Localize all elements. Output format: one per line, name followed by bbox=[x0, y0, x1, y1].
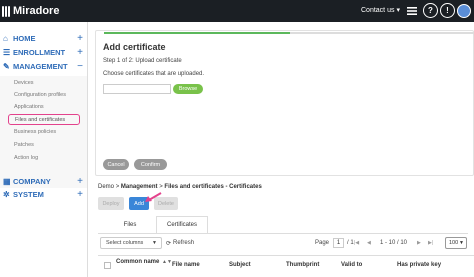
breadcrumb-separator: > bbox=[159, 184, 163, 190]
nav-management-label: MANAGEMENT bbox=[13, 61, 68, 71]
sidebar-item-applications[interactable]: Applications bbox=[14, 102, 82, 113]
building-icon: ▦ bbox=[3, 176, 11, 186]
sidebar-item-business-policies[interactable]: Business policies bbox=[14, 127, 82, 138]
sidebar-item-patches[interactable]: Patches bbox=[14, 140, 82, 151]
refresh-label: Refresh bbox=[173, 240, 195, 246]
tab-certificates[interactable]: Certificates bbox=[156, 216, 208, 233]
page-size-value: 100 bbox=[449, 240, 459, 246]
expand-icon[interactable]: + bbox=[77, 33, 83, 44]
gear-icon: ✲ bbox=[3, 189, 10, 199]
breadcrumb-section[interactable]: Management bbox=[121, 184, 158, 190]
nav-system-label: SYSTEM bbox=[13, 189, 44, 199]
dialog-step-text: Step 1 of 2: Upload certificate bbox=[103, 58, 182, 64]
top-bar: Miradore Contact us ▾ ? ! bbox=[0, 0, 474, 22]
contact-us-menu[interactable]: Contact us ▾ bbox=[361, 6, 400, 15]
sidebar-item-action-log[interactable]: Action log bbox=[14, 153, 82, 164]
breadcrumb: Demo > Management > Files and certificat… bbox=[98, 184, 262, 190]
wizard-progress-fill bbox=[104, 32, 290, 34]
column-header-has-private-key[interactable]: Has private key bbox=[397, 262, 441, 268]
nav-home-label: HOME bbox=[13, 33, 36, 43]
expand-icon[interactable]: + bbox=[77, 176, 83, 187]
nav-company-label: COMPANY bbox=[13, 176, 51, 186]
page-total: / 1 bbox=[347, 240, 354, 246]
brand-name: Miradore bbox=[13, 5, 60, 17]
sort-icon[interactable]: ▲▼ bbox=[162, 259, 172, 265]
page-number-input[interactable]: 1 bbox=[333, 238, 344, 248]
enrollment-icon: ☰ bbox=[3, 47, 11, 57]
refresh-button[interactable]: ⟳ Refresh bbox=[166, 237, 194, 249]
file-path-input[interactable] bbox=[103, 84, 171, 94]
tab-files[interactable]: Files bbox=[106, 216, 154, 233]
nav-enrollment-label: ENROLLMENT bbox=[13, 47, 66, 57]
next-page-icon[interactable]: ▶ bbox=[417, 237, 421, 249]
add-certificate-dialog: Add certificate Step 1 of 2: Upload cert… bbox=[95, 30, 474, 176]
sidebar: ⌂ HOME + ☰ ENROLLMENT + ✎ MANAGEMENT − D… bbox=[0, 22, 88, 277]
collapse-icon[interactable]: − bbox=[77, 61, 83, 72]
nav-enrollment[interactable]: ☰ ENROLLMENT + bbox=[3, 46, 87, 58]
select-columns-label: Select columns bbox=[106, 240, 144, 246]
wrench-icon: ✎ bbox=[3, 61, 10, 71]
column-header-subject[interactable]: Subject bbox=[229, 262, 251, 268]
sidebar-item-files-and-certificates[interactable]: Files and certificates bbox=[8, 114, 80, 125]
wizard-progress-bar bbox=[104, 32, 474, 34]
sidebar-item-configuration-profiles[interactable]: Configuration profiles bbox=[14, 90, 82, 101]
nav-home[interactable]: ⌂ HOME + bbox=[3, 32, 87, 44]
chevron-down-icon: ▼ bbox=[459, 240, 464, 246]
breadcrumb-separator: > bbox=[115, 184, 120, 190]
contact-caret-icon: ▾ bbox=[396, 7, 400, 14]
dialog-title: Add certificate bbox=[103, 42, 166, 52]
nav-company[interactable]: ▦ COMPANY + bbox=[3, 175, 87, 187]
column-header-file-name[interactable]: File name bbox=[172, 262, 200, 268]
expand-icon[interactable]: + bbox=[77, 189, 83, 200]
column-header-valid-to[interactable]: Valid to bbox=[341, 262, 362, 268]
miradore-logo[interactable]: Miradore bbox=[2, 4, 59, 18]
page-size-select[interactable]: 100 ▼ bbox=[445, 237, 467, 249]
column-header-thumbprint[interactable]: Thumbprint bbox=[286, 262, 319, 268]
dialog-prompt-text: Choose certificates that are uploaded. bbox=[103, 71, 205, 77]
help-icon[interactable]: ? bbox=[423, 3, 438, 18]
first-page-icon[interactable]: |◀ bbox=[354, 237, 359, 249]
table-header: Common name ▲▼ File name Subject Thumbpr… bbox=[98, 255, 474, 277]
chevron-down-icon: ▼ bbox=[152, 240, 157, 246]
cancel-button[interactable]: Cancel bbox=[103, 159, 129, 170]
menu-icon[interactable] bbox=[404, 3, 419, 18]
page-label: Page bbox=[315, 240, 330, 246]
info-icon[interactable]: ! bbox=[440, 3, 455, 18]
refresh-icon: ⟳ bbox=[166, 240, 172, 247]
expand-icon[interactable]: + bbox=[77, 47, 83, 58]
tab-divider bbox=[98, 233, 468, 234]
select-columns-dropdown[interactable]: Select columns ▼ bbox=[100, 237, 162, 249]
contact-us-label: Contact us bbox=[361, 6, 395, 14]
annotation-arrow-icon bbox=[145, 192, 162, 202]
breadcrumb-root[interactable]: Demo bbox=[98, 184, 114, 190]
confirm-button[interactable]: Confirm bbox=[134, 159, 167, 170]
select-all-checkbox[interactable] bbox=[104, 262, 111, 269]
nav-system[interactable]: ✲ SYSTEM + bbox=[3, 188, 87, 200]
last-page-icon[interactable]: ▶| bbox=[428, 237, 433, 249]
prev-page-icon[interactable]: ◀ bbox=[367, 237, 371, 249]
deploy-button[interactable]: Deploy bbox=[98, 197, 124, 210]
user-avatar[interactable] bbox=[457, 4, 471, 18]
breadcrumb-page: Files and certificates - Certificates bbox=[164, 184, 262, 190]
home-icon: ⌂ bbox=[3, 33, 8, 43]
sidebar-item-devices[interactable]: Devices bbox=[14, 78, 82, 89]
browse-button[interactable]: Browse bbox=[173, 84, 203, 94]
logo-mark-icon bbox=[2, 5, 10, 17]
nav-management[interactable]: ✎ MANAGEMENT − bbox=[3, 60, 87, 72]
column-header-common-name[interactable]: Common name bbox=[116, 258, 160, 266]
record-range: 1 - 10 / 10 bbox=[380, 240, 408, 246]
